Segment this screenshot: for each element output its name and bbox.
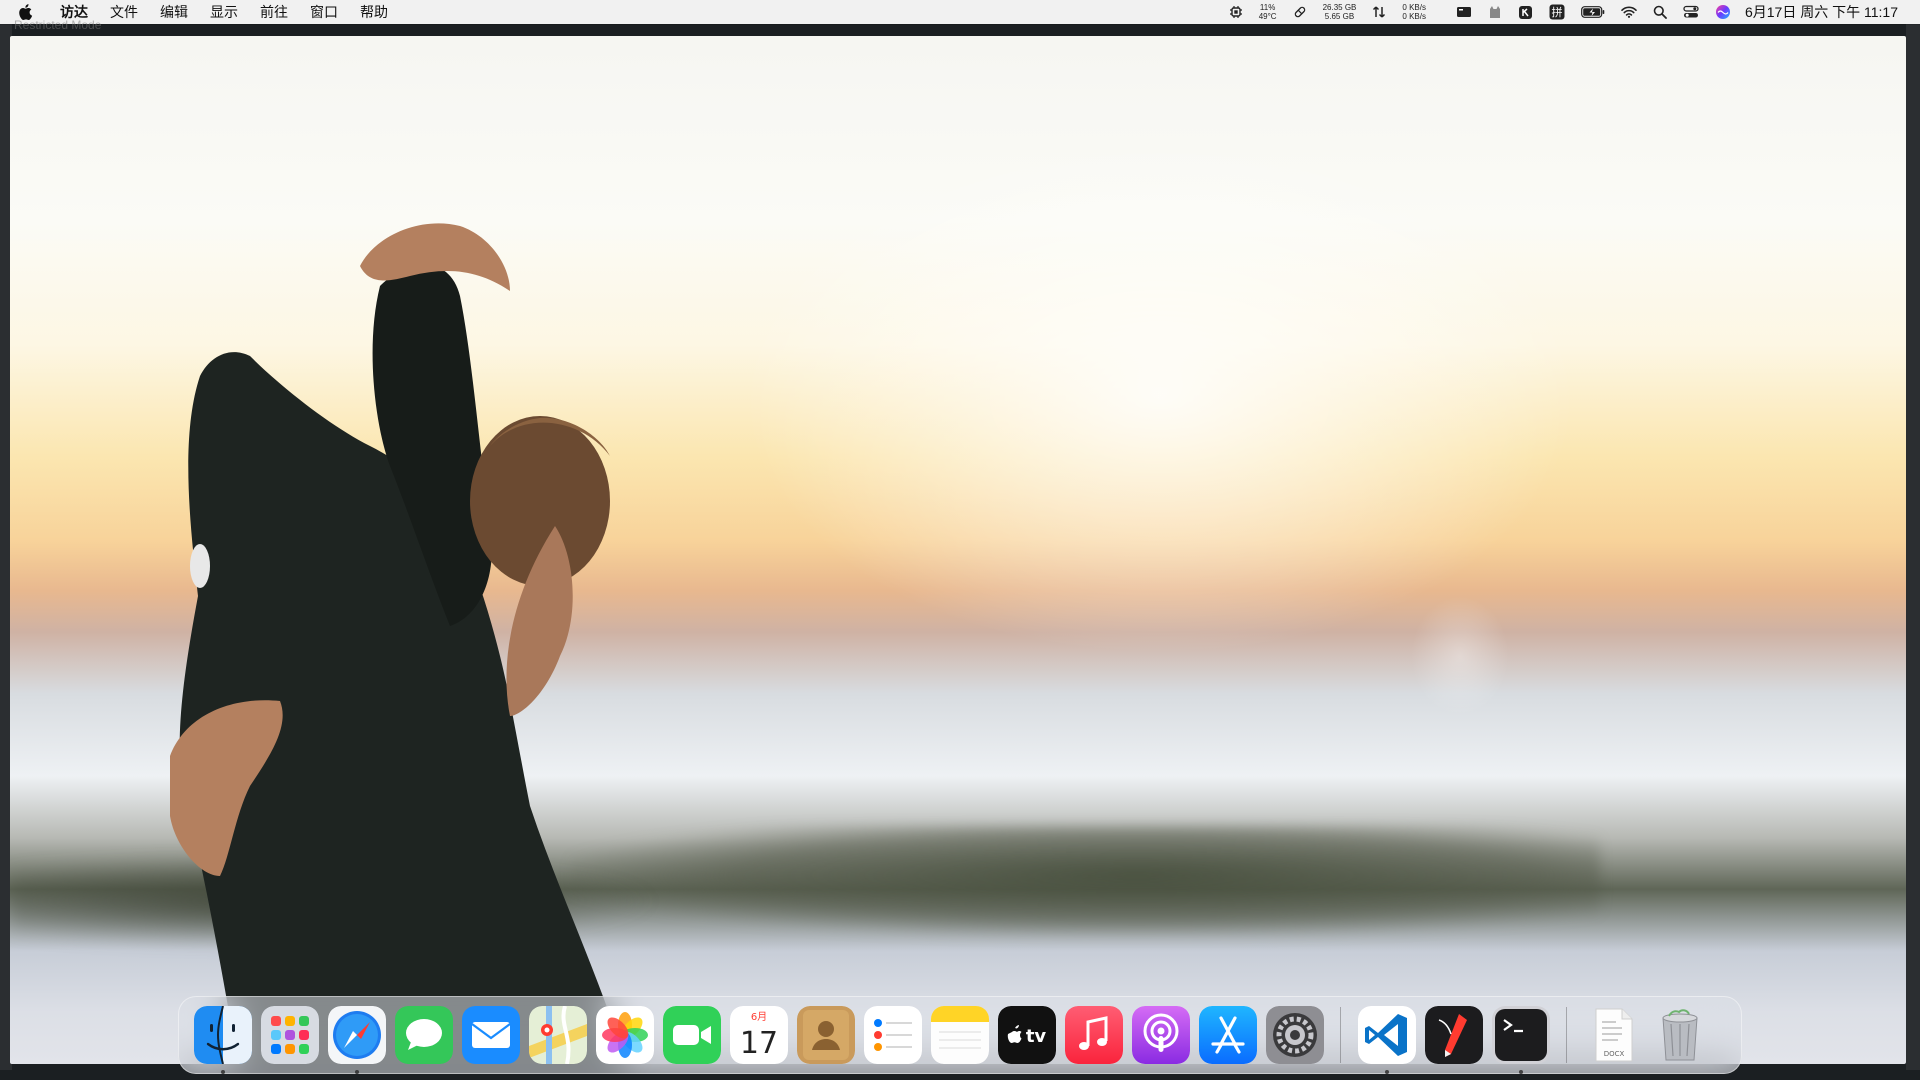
restricted-mode-hint: Restricted Mode xyxy=(14,18,102,32)
calendar-day-label: 17 xyxy=(739,1026,777,1061)
net-download: 0 KB/s xyxy=(1402,12,1426,21)
spotlight-search-icon[interactable] xyxy=(1645,0,1675,24)
mail-icon[interactable] xyxy=(461,1006,520,1064)
photos-icon[interactable] xyxy=(595,1006,654,1064)
menu-help[interactable]: 帮助 xyxy=(349,0,399,24)
vscode-icon[interactable] xyxy=(1357,1006,1416,1064)
cat-icon[interactable] xyxy=(1480,0,1510,24)
running-indicator xyxy=(1384,1070,1389,1074)
cpu-stats[interactable]: 11% 49°C xyxy=(1251,0,1285,24)
input-method-label: 拼 xyxy=(1551,5,1562,19)
dock-item-maps[interactable] xyxy=(528,1006,587,1064)
dock-item-terminal[interactable] xyxy=(1491,1006,1550,1074)
running-indicator xyxy=(1518,1070,1523,1074)
menu-window[interactable]: 窗口 xyxy=(299,0,349,24)
dock-separator xyxy=(1340,1007,1341,1063)
clipboard-app-icon[interactable] xyxy=(1510,0,1541,24)
dock-item-trash[interactable] xyxy=(1651,1006,1709,1064)
dock-item-launchpad[interactable] xyxy=(260,1006,319,1064)
dock-separator-2 xyxy=(1566,1007,1567,1063)
safari-icon[interactable] xyxy=(327,1006,386,1064)
disk-free: 5.65 GB xyxy=(1324,12,1355,21)
desktop-wallpaper xyxy=(10,36,1906,1064)
dock-item-music[interactable] xyxy=(1064,1006,1123,1064)
notes-icon[interactable] xyxy=(930,1006,989,1064)
wifi-icon[interactable] xyxy=(1613,0,1645,24)
music-icon[interactable] xyxy=(1064,1006,1123,1064)
dock-item-podcasts[interactable] xyxy=(1131,1006,1190,1064)
calendar-month-label: 6月 xyxy=(750,1011,766,1023)
calendar-icon[interactable]: 6月 17 xyxy=(729,1006,788,1064)
net-upload: 0 KB/s xyxy=(1402,3,1426,12)
running-indicator xyxy=(354,1070,359,1074)
contacts-icon[interactable] xyxy=(796,1006,855,1064)
wallpaper-surfer-figure xyxy=(170,223,627,1064)
dock-item-pencil[interactable] xyxy=(1424,1006,1483,1064)
trash-icon[interactable] xyxy=(1651,1006,1709,1064)
menu-go[interactable]: 前往 xyxy=(249,0,299,24)
dock-item-contacts[interactable] xyxy=(796,1006,855,1064)
dock-item-system-preferences[interactable] xyxy=(1265,1006,1324,1064)
dock-item-facetime[interactable] xyxy=(662,1006,721,1064)
dock-item-tv[interactable]: tv xyxy=(997,1006,1056,1064)
app-store-icon[interactable] xyxy=(1198,1006,1257,1064)
finder-icon[interactable] xyxy=(193,1006,252,1064)
tv-label: tv xyxy=(1025,1026,1046,1047)
cpu-percent: 11% xyxy=(1259,3,1276,12)
dock-item-document[interactable]: DOCX xyxy=(1584,1006,1642,1064)
menu-edit[interactable]: 编辑 xyxy=(149,0,199,24)
battery-icon[interactable] xyxy=(1573,0,1613,24)
maps-icon[interactable] xyxy=(528,1006,587,1064)
dock: 6月 17 tv DOCX xyxy=(178,996,1742,1074)
siri-icon[interactable] xyxy=(1707,0,1739,24)
dock-item-vscode[interactable] xyxy=(1357,1006,1416,1074)
control-center-icon[interactable] xyxy=(1675,0,1707,24)
document-type-label: DOCX xyxy=(1603,1050,1624,1058)
dock-item-messages[interactable] xyxy=(394,1006,453,1064)
menu-file[interactable]: 文件 xyxy=(99,0,149,24)
menubar-clock[interactable]: 6月17日 周六 下午 11:17 xyxy=(1739,0,1906,24)
wallpaper-sky-glow xyxy=(710,116,1610,676)
dock-item-app-store[interactable] xyxy=(1198,1006,1257,1064)
dock-item-reminders[interactable] xyxy=(863,1006,922,1064)
display-icon[interactable] xyxy=(1434,0,1480,24)
messages-icon[interactable] xyxy=(394,1006,453,1064)
dock-item-photos[interactable] xyxy=(595,1006,654,1064)
dock-item-calendar[interactable]: 6月 17 xyxy=(729,1006,788,1064)
pencil-icon[interactable] xyxy=(1424,1006,1483,1064)
input-method-icon[interactable]: 拼 xyxy=(1541,0,1573,24)
dock-item-finder[interactable] xyxy=(193,1006,252,1074)
cpu-chip-icon[interactable] xyxy=(1221,0,1251,24)
dock-item-mail[interactable] xyxy=(461,1006,520,1064)
disk-used: 26.35 GB xyxy=(1322,3,1357,12)
cpu-temp: 49°C xyxy=(1258,12,1277,21)
background-window-edge-right xyxy=(1906,24,1920,1070)
dock-item-notes[interactable] xyxy=(930,1006,989,1064)
gear-icon[interactable] xyxy=(1265,1006,1324,1064)
reminders-icon[interactable] xyxy=(863,1006,922,1064)
menu-view[interactable]: 显示 xyxy=(199,0,249,24)
terminal-icon[interactable] xyxy=(1491,1006,1550,1064)
tv-icon[interactable]: tv xyxy=(997,1006,1056,1064)
document-icon[interactable]: DOCX xyxy=(1584,1006,1642,1064)
network-arrows-icon[interactable] xyxy=(1364,0,1394,24)
dock-item-safari[interactable] xyxy=(327,1006,386,1074)
facetime-icon[interactable] xyxy=(662,1006,721,1064)
menu-bar: 访达 文件 编辑 显示 前往 窗口 帮助 11% 49°C 26.35 GB 5… xyxy=(0,0,1920,24)
running-indicator xyxy=(220,1070,225,1074)
wallpaper-rocks xyxy=(570,826,1600,936)
podcasts-icon[interactable] xyxy=(1131,1006,1190,1064)
launchpad-icon[interactable] xyxy=(260,1006,319,1064)
network-stats[interactable]: 0 KB/s 0 KB/s xyxy=(1394,0,1434,24)
disk-stats[interactable]: 26.35 GB 5.65 GB xyxy=(1315,0,1365,24)
memory-pill-icon[interactable] xyxy=(1285,0,1315,24)
